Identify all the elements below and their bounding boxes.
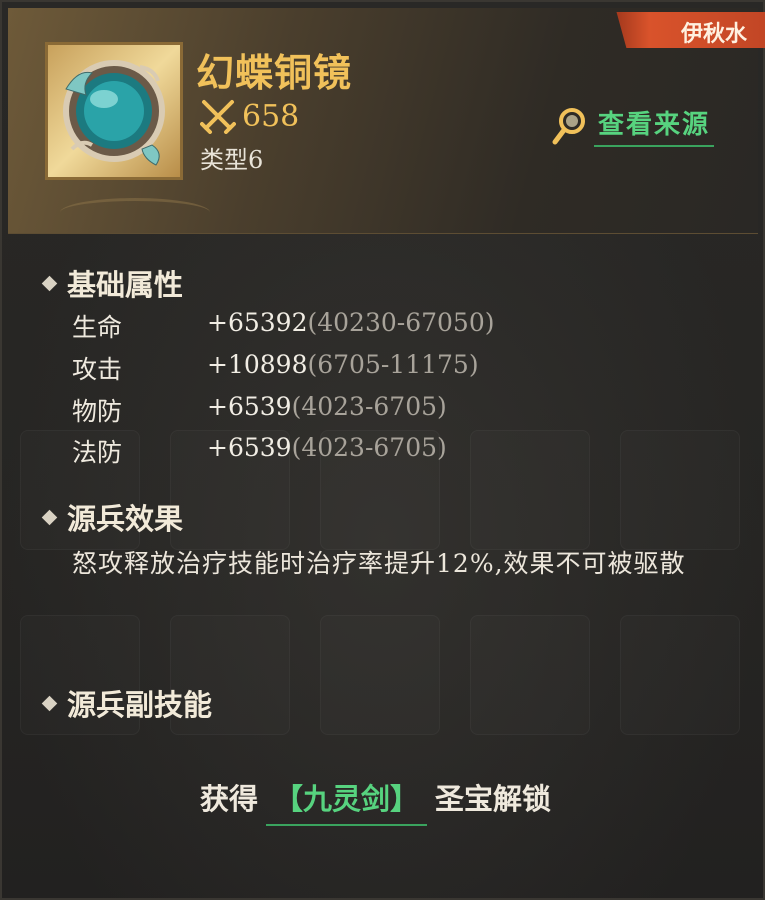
section-title: 源兵效果 <box>67 502 184 536</box>
diamond-bullet-icon <box>41 275 58 291</box>
attribute-row: 攻击 +10898 (6705-11175) <box>72 350 479 386</box>
magnifier-icon <box>552 107 585 144</box>
background-tile <box>620 430 740 550</box>
attribute-value: +10898 <box>207 350 308 379</box>
power-value: 658 <box>242 98 300 134</box>
view-source-button[interactable]: 查看来源 <box>552 104 715 147</box>
item-type: 类型6 <box>200 146 264 174</box>
attribute-value: +65392 <box>207 308 308 337</box>
subskill-heading: 源兵副技能 <box>41 682 213 724</box>
diamond-bullet-icon <box>41 695 58 711</box>
attribute-row: 物防 +6539 (4023-6705) <box>72 392 447 428</box>
background-tile <box>470 615 590 735</box>
effect-description: 怒攻释放治疗技能时治疗率提升12%,效果不可被驱散 <box>72 549 686 578</box>
item-detail-panel: 伊秋水 幻蝶铜镜 658 类型6 查看来源 基础属性 生命 +65392 (40… <box>0 0 765 900</box>
attribute-range: (4023-6705) <box>291 433 447 462</box>
attribute-row: 法防 +6539 (4023-6705) <box>72 433 447 469</box>
attribute-name: 生命 <box>72 313 123 342</box>
mirror-item-icon <box>63 60 165 166</box>
attribute-range: (6705-11175) <box>307 350 479 379</box>
decorative-swirl <box>60 198 210 227</box>
attribute-name: 法防 <box>72 438 123 467</box>
background-tile <box>620 615 740 735</box>
base-attributes-heading: 基础属性 <box>41 262 184 304</box>
attribute-value: +6539 <box>207 392 292 421</box>
crossed-swords-icon <box>200 100 236 134</box>
background-tile <box>320 615 440 735</box>
item-icon-frame[interactable] <box>45 42 183 180</box>
attribute-range: (4023-6705) <box>291 392 447 421</box>
effect-heading: 源兵效果 <box>41 496 184 538</box>
unlock-item-link[interactable]: 【九灵剑】 <box>266 776 428 826</box>
attribute-range: (40230-67050) <box>307 308 495 337</box>
section-title: 源兵副技能 <box>67 688 213 722</box>
unlock-hint: 获得 【九灵剑】 圣宝解锁 <box>200 776 551 826</box>
diamond-bullet-icon <box>41 509 58 525</box>
owner-name: 伊秋水 <box>680 21 747 47</box>
item-power: 658 <box>200 98 299 134</box>
attribute-value: +6539 <box>207 433 292 462</box>
unlock-suffix: 圣宝解锁 <box>435 782 552 816</box>
unlock-prefix: 获得 <box>200 782 259 816</box>
section-title: 基础属性 <box>67 268 184 302</box>
background-tile <box>470 430 590 550</box>
attribute-name: 攻击 <box>72 355 123 384</box>
item-name: 幻蝶铜镜 <box>196 50 353 95</box>
attribute-row: 生命 +65392 (40230-67050) <box>72 308 495 344</box>
view-source-label: 查看来源 <box>594 104 715 147</box>
attribute-name: 物防 <box>72 397 123 426</box>
